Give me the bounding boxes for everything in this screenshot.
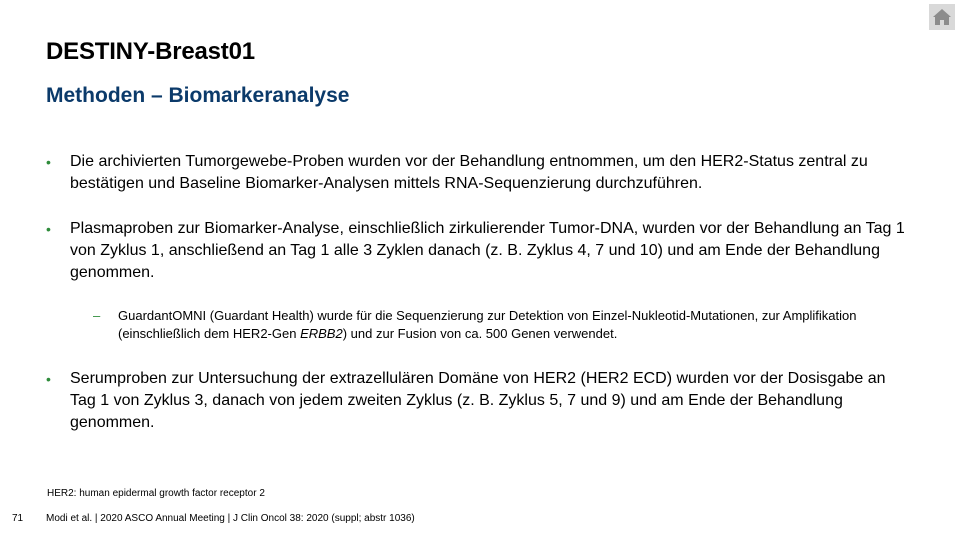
footnote: HER2: human epidermal growth factor rece…	[47, 488, 265, 499]
gene-name: ERBB2	[300, 326, 343, 341]
bullet-text: Plasmaproben zur Biomarker-Analyse, eins…	[70, 220, 905, 281]
bullet-text: Die archivierten Tumorgewebe-Proben wurd…	[70, 153, 868, 192]
bullet-marker: •	[46, 221, 51, 237]
bullet-text: Serumproben zur Untersuchung der extraze…	[70, 370, 886, 431]
bullet-item: • Serumproben zur Untersuchung der extra…	[46, 368, 906, 434]
sub-bullet-text-after: ) und zur Fusion von ca. 500 Genen verwe…	[342, 326, 618, 341]
bullet-marker: •	[46, 154, 51, 170]
bullet-marker: •	[46, 371, 51, 387]
sub-bullet-item: – GuardantOMNI (Guardant Health) wurde f…	[93, 307, 913, 343]
bullet-item: • Plasmaproben zur Biomarker-Analyse, ei…	[46, 218, 906, 284]
slide-subtitle: Methoden – Biomarkeranalyse	[46, 84, 350, 107]
sub-bullet-text: GuardantOMNI (Guardant Health) wurde für…	[118, 307, 913, 343]
citation: Modi et al. | 2020 ASCO Annual Meeting |…	[46, 513, 415, 524]
home-icon	[933, 9, 951, 25]
home-button[interactable]	[929, 4, 955, 30]
sub-bullet-marker: –	[93, 308, 101, 323]
bullet-item: • Die archivierten Tumorgewebe-Proben wu…	[46, 151, 906, 195]
slide-title: DESTINY-Breast01	[46, 38, 255, 65]
page-number: 71	[12, 513, 24, 524]
